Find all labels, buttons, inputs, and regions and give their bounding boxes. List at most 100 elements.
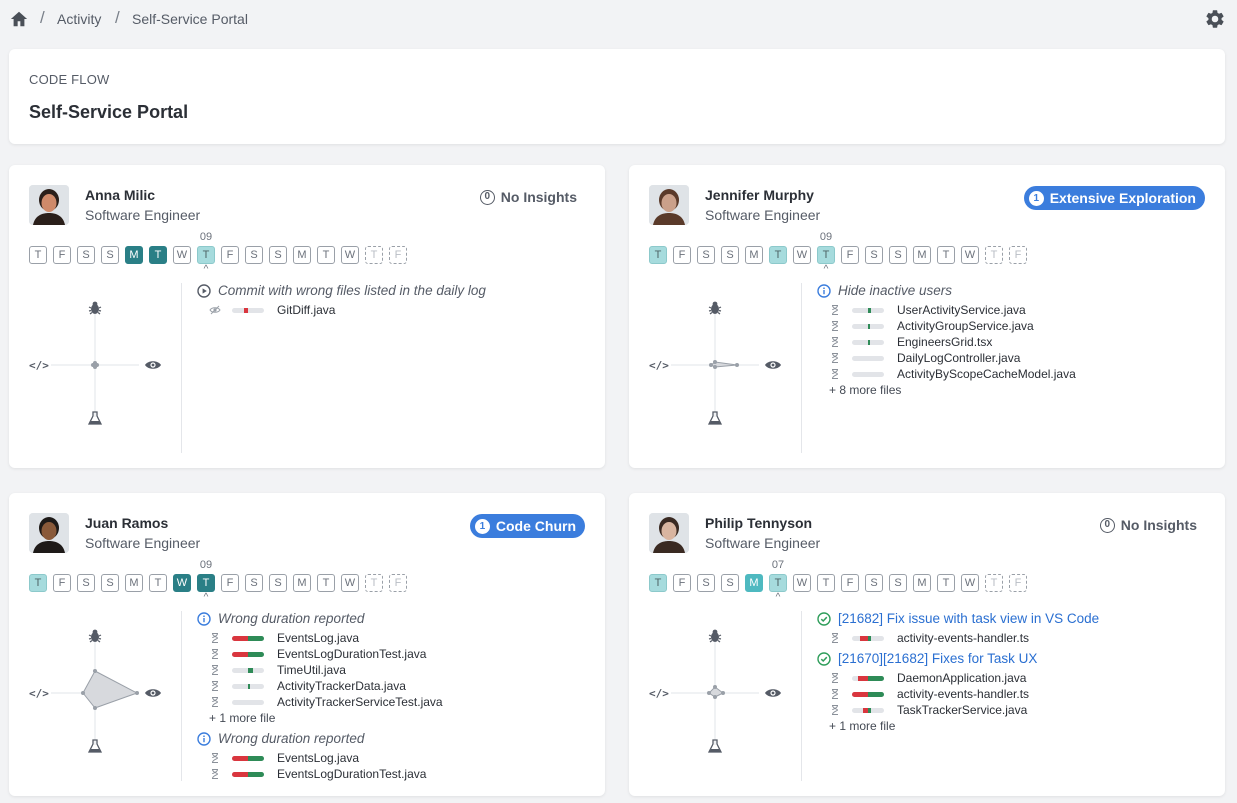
day-cell[interactable]: T [817,574,835,592]
file-row[interactable]: EventsLogDurationTest.java [209,646,426,662]
day-cell[interactable]: W [173,574,191,592]
day-cell[interactable]: S [721,246,739,264]
day-cell[interactable]: T [317,246,335,264]
day-cell[interactable]: S [865,246,883,264]
person-name[interactable]: Juan Ramos [85,515,168,531]
day-cell[interactable]: W [341,574,359,592]
day-cell[interactable]: S [245,574,263,592]
file-row[interactable]: activity-events-handler.ts [829,686,1029,702]
day-cell[interactable]: W [341,246,359,264]
day-cell[interactable]: F [53,246,71,264]
day-cell[interactable]: S [721,574,739,592]
person-card: Anna Milic Software Engineer 0 No Insights T… [9,165,605,468]
day-cell[interactable]: W [793,574,811,592]
day-cell[interactable]: S [77,574,95,592]
file-row[interactable]: UserActivityService.java [829,302,1026,318]
day-cell[interactable]: T [29,574,47,592]
info-icon [197,611,211,626]
day-cell[interactable]: S [245,246,263,264]
day-cell[interactable]: W [961,574,979,592]
person-name[interactable]: Jennifer Murphy [705,187,814,203]
day-cell[interactable]: F [53,574,71,592]
breadcrumb-activity[interactable]: Activity [57,11,101,27]
day-cell[interactable]: M [745,246,763,264]
churn-added [248,635,264,641]
file-row[interactable]: ActivityTrackerServiceTest.java [209,694,443,710]
day-cell[interactable]: W [173,246,191,264]
file-row[interactable]: TimeUtil.java [209,662,346,678]
gear-icon[interactable] [1204,8,1226,30]
churn-removed [232,651,248,657]
day-cell[interactable]: S [889,246,907,264]
more-files-link[interactable]: + 8 more files [829,383,901,397]
day-cell[interactable]: S [697,246,715,264]
page-title: Self-Service Portal [29,102,189,122]
day-cell[interactable]: M [293,574,311,592]
day-cell[interactable]: T [197,246,215,264]
day-cell[interactable]: F [841,574,859,592]
day-cell[interactable]: T [937,246,955,264]
day-cell[interactable]: F [221,246,239,264]
day-cell[interactable]: T [649,246,667,264]
person-name[interactable]: Philip Tennyson [705,515,812,531]
file-row[interactable]: ActivityTrackerData.java [209,678,406,694]
day-cell[interactable]: S [865,574,883,592]
day-cell[interactable]: M [913,246,931,264]
day-cell[interactable]: S [101,574,119,592]
day-cell[interactable]: T [649,574,667,592]
churn-bar [852,323,884,329]
day-cell[interactable]: M [745,574,763,592]
more-files-link[interactable]: + 1 more file [829,719,895,733]
file-row[interactable]: activity-events-handler.ts [829,630,1029,646]
file-row[interactable]: TaskTrackerService.java [829,702,1027,718]
day-cell[interactable]: S [889,574,907,592]
day-cell[interactable]: S [697,574,715,592]
day-cell[interactable]: S [101,246,119,264]
day-cell[interactable]: T [937,574,955,592]
day-cell[interactable]: T [769,246,787,264]
day-cell[interactable]: W [961,246,979,264]
insight-title[interactable]: [21670][21682] Fixes for Task UX [817,651,1037,666]
day-cell[interactable]: T [317,574,335,592]
home-icon[interactable] [10,10,28,28]
day-cell[interactable]: F [841,246,859,264]
day-cell[interactable]: F [673,246,691,264]
day-cell: T [985,246,1003,264]
day-cell[interactable]: T [769,574,787,592]
day-cell[interactable]: S [77,246,95,264]
day-cell[interactable]: F [673,574,691,592]
file-row[interactable]: GitDiff.java [209,302,335,318]
file-row[interactable]: DailyLogController.java [829,350,1020,366]
person-role: Software Engineer [85,207,201,223]
day-cell[interactable]: T [817,246,835,264]
person-name[interactable]: Anna Milic [85,187,155,203]
no-insights-label: No Insights [500,189,577,205]
day-cell[interactable]: T [197,574,215,592]
insight-badge[interactable]: 1 Code Churn [469,514,585,538]
insight-badge[interactable]: 1 Extensive Exploration [1023,186,1205,210]
day-cell[interactable]: M [125,574,143,592]
file-row[interactable]: ActivityGroupService.java [829,318,1034,334]
file-row[interactable]: ActivityByScopeCacheModel.java [829,366,1076,382]
insight-title[interactable]: [21682] Fix issue with task view in VS C… [817,611,1099,626]
file-row[interactable]: DaemonApplication.java [829,670,1026,686]
day-cell[interactable]: T [29,246,47,264]
day-cell[interactable]: S [269,574,287,592]
day-cell[interactable]: T [149,246,167,264]
day-cell[interactable]: M [293,246,311,264]
day-cell[interactable]: S [269,246,287,264]
day-cell[interactable]: T [149,574,167,592]
file-row[interactable]: EventsLog.java [209,750,359,766]
day-cell[interactable]: F [221,574,239,592]
churn-added [248,771,264,777]
week-label: 07 [771,559,785,571]
no-insights-badge: 0 No Insights [479,189,577,205]
file-row[interactable]: EventsLogDurationTest.java [209,766,426,782]
day-cell[interactable]: W [793,246,811,264]
day-cell[interactable]: M [125,246,143,264]
day-cell[interactable]: M [913,574,931,592]
file-row[interactable]: EventsLog.java [209,630,359,646]
person-card: Jennifer Murphy Software Engineer 1 Extensi… [629,165,1225,468]
file-row[interactable]: EngineersGrid.tsx [829,334,992,350]
more-files-link[interactable]: + 1 more file [209,711,275,725]
